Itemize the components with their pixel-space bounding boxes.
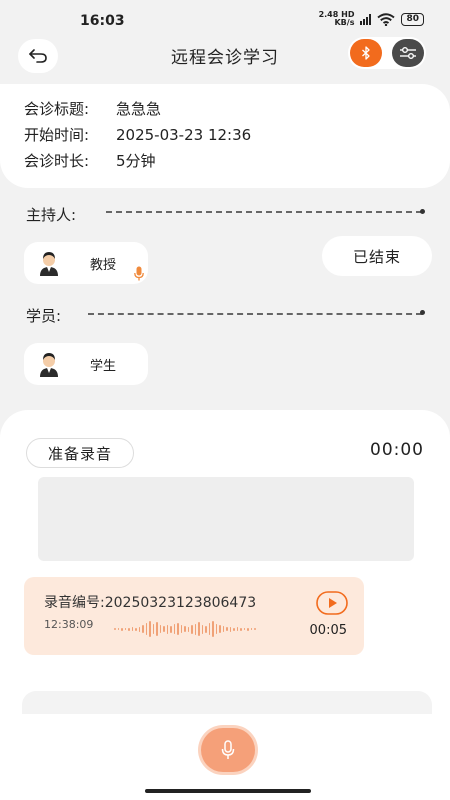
waveform-bar: [187, 626, 189, 632]
waveform-bar: [156, 622, 158, 636]
recording-time: 12:38:09: [44, 618, 94, 631]
recording-id: 录音编号:20250323123806473: [44, 592, 256, 612]
status-badge: 已结束: [322, 236, 432, 276]
waveform-bar: [212, 621, 214, 637]
prepare-recording-button[interactable]: 准备录音: [26, 438, 134, 468]
duration-value: 5分钟: [116, 152, 156, 170]
waveform-bar: [145, 623, 147, 635]
waveform-bar: [135, 627, 137, 631]
waveform-bar: [247, 627, 249, 631]
bluetooth-icon: [362, 46, 370, 60]
waveform-bar: [222, 626, 224, 632]
host-avatar: [40, 252, 58, 276]
play-button[interactable]: [316, 591, 348, 615]
status-bar: 16:03 2.48 HD KB/s 80: [0, 0, 450, 34]
transcript-area[interactable]: [38, 477, 414, 561]
waveform-bar: [194, 623, 196, 635]
waveform-bar: [250, 628, 252, 630]
waveform-bar: [205, 625, 207, 633]
waveform-bar: [184, 626, 186, 632]
recording-id-label: 录音编号:: [44, 595, 105, 611]
waveform-bar: [131, 627, 133, 631]
recording-id-value: 20250323123806473: [104, 595, 257, 611]
status-time: 16:03: [80, 13, 125, 29]
start-time-row: 开始时间: 2025-03-23 12:36: [24, 122, 450, 148]
students-divider-dot: [420, 310, 425, 315]
waveform-bar: [117, 628, 119, 630]
recording-timer: 00:00: [370, 440, 424, 460]
waveform-bar: [142, 625, 144, 633]
waveform-bar: [243, 628, 245, 630]
waveform-bar: [254, 628, 256, 630]
students-divider: [88, 313, 422, 315]
waveform-bar: [121, 627, 123, 631]
topic-row: 会诊标题: 急急急: [24, 96, 450, 122]
waveform-bar: [114, 628, 116, 630]
signal-icon: [360, 13, 372, 25]
duration-label: 会诊时长:: [24, 152, 90, 170]
mic-active-icon: [134, 266, 144, 281]
waveform-bar: [198, 622, 200, 636]
waveform-bar: [226, 627, 228, 631]
waveform-bar: [152, 624, 154, 634]
bluetooth-button[interactable]: [350, 39, 382, 67]
topic-label: 会诊标题:: [24, 100, 90, 118]
waveform-bar: [128, 627, 130, 631]
waveform-bar: [229, 626, 231, 632]
host-divider-dot: [420, 209, 425, 214]
waveform-bar: [166, 624, 168, 634]
duration-row: 会诊时长: 5分钟: [24, 148, 450, 174]
waveform-bar: [201, 624, 203, 634]
battery-indicator: 80: [401, 12, 424, 26]
host-card[interactable]: 教授: [24, 242, 148, 284]
waveform-bar: [138, 626, 140, 632]
audio-waveform: [114, 617, 256, 641]
waveform-bar: [219, 625, 221, 633]
waveform-bar: [173, 624, 175, 634]
network-speed: 2.48 HD KB/s: [319, 11, 355, 27]
sliders-icon: [400, 47, 416, 59]
wifi-icon: [377, 12, 396, 26]
students-section-label: 学员:: [26, 307, 62, 325]
waveform-bar: [236, 627, 238, 631]
host-section-label: 主持人:: [26, 206, 77, 224]
home-indicator: [145, 789, 311, 793]
waveform-bar: [159, 625, 161, 633]
start-time-value: 2025-03-23 12:36: [116, 126, 252, 144]
waveform-bar: [240, 627, 242, 631]
host-divider: [106, 211, 422, 213]
waveform-bar: [215, 624, 217, 634]
student-card[interactable]: 学生: [24, 343, 148, 385]
waveform-bar: [177, 623, 179, 635]
start-time-label: 开始时间:: [24, 126, 90, 144]
header-actions: [348, 37, 426, 69]
topic-value: 急急急: [116, 100, 162, 118]
waveform-bar: [149, 621, 151, 637]
waveform-bar: [191, 624, 193, 634]
waveform-bar: [124, 628, 126, 630]
waveform-bar: [233, 627, 235, 631]
record-mic-button[interactable]: [201, 728, 255, 772]
waveform-bar: [208, 623, 210, 635]
net-speed-unit: KB/s: [334, 18, 355, 27]
waveform-bar: [170, 625, 172, 633]
host-name: 教授: [90, 257, 117, 273]
student-name: 学生: [90, 358, 117, 374]
app-header: 远程会诊学习: [0, 34, 450, 74]
status-icons: 2.48 HD KB/s 80: [319, 11, 424, 27]
recording-duration: 00:05: [309, 623, 347, 638]
waveform-bar: [163, 626, 165, 632]
consultation-info-card: 会诊标题: 急急急 开始时间: 2025-03-23 12:36 会诊时长: 5…: [0, 84, 450, 188]
waveform-bar: [180, 625, 182, 633]
student-avatar: [40, 353, 58, 377]
settings-button[interactable]: [392, 39, 424, 67]
microphone-icon: [221, 740, 235, 759]
play-icon: [316, 591, 348, 615]
recording-item[interactable]: 录音编号:20250323123806473 12:38:09 00:05: [24, 577, 364, 655]
